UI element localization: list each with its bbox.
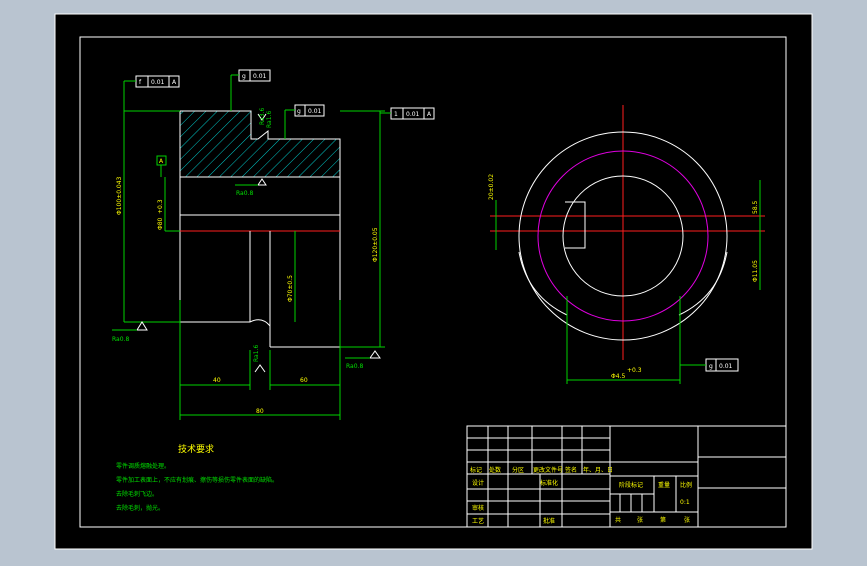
svg-text:0.01: 0.01 [151, 79, 165, 86]
tb-process: 工艺 [472, 517, 484, 525]
dim-total-width: 80 [256, 408, 264, 415]
dim-bottom-right: 60 [300, 377, 308, 384]
roughness-5: Ra3.6 [259, 108, 266, 125]
right-dim-right-bottom: Φ11.05 [752, 260, 759, 282]
right-dim-bottom-tol: +0.3 [627, 367, 642, 374]
tech-req-line-3: 去除毛刺飞边。 [116, 490, 158, 498]
dim-left-outer-dia: Φ100±0.043 [116, 176, 123, 215]
svg-text:Ra1.6: Ra1.6 [253, 345, 260, 362]
right-dim-left: 20±0.02 [488, 174, 495, 200]
tb-header-2: 处数 [489, 466, 501, 474]
tech-req-line-4: 去除毛刺，抛光。 [116, 504, 164, 512]
svg-text:Ra0.8: Ra0.8 [112, 336, 129, 343]
right-dim-bottom: Φ4.5 [611, 373, 625, 380]
tb-header-4: 更改文件号 [533, 466, 563, 474]
svg-text:0.01: 0.01 [406, 111, 420, 118]
tb-scale: 比例 [680, 481, 692, 489]
tb-sheet-total: 共 [615, 516, 621, 524]
tech-req-line-2: 零件加工表面上，不应有划痕、擦伤等损伤零件表面的缺陷。 [116, 476, 278, 484]
svg-text:Ra0.8: Ra0.8 [346, 363, 363, 370]
svg-text:g: g [297, 108, 301, 115]
dim-left-inner-dia: Φ80 [157, 217, 164, 230]
tb-header-1: 标记 [470, 466, 482, 474]
svg-text:Ra1.6: Ra1.6 [266, 111, 273, 128]
tb-scale-value: 0:1 [680, 499, 690, 506]
dim-bore-dia: Φ70±0.5 [287, 275, 294, 302]
tb-header-5: 签名 [565, 466, 577, 474]
tb-approve: 批准 [543, 517, 555, 525]
svg-text:Ra0.8: Ra0.8 [236, 190, 253, 197]
tb-design: 设计 [472, 479, 484, 487]
dim-left-inner-tol: +0.3 [157, 199, 164, 214]
tb-sheet-unit: 张 [684, 516, 690, 524]
cad-viewport[interactable]: 40 60 80 Φ100±0.043 Φ80 +0.3 Φ120±0.05 Φ… [0, 0, 867, 562]
tb-review: 审核 [472, 504, 484, 512]
tb-header-3: 分区 [512, 466, 524, 474]
tb-stage-mark: 阶段标记 [619, 481, 643, 489]
tech-req-title: 技术要求 [178, 443, 214, 455]
svg-text:0.01: 0.01 [253, 73, 267, 80]
drawing-canvas: 40 60 80 Φ100±0.043 Φ80 +0.3 Φ120±0.05 Φ… [0, 0, 867, 562]
dim-right-outer-dia: Φ120±0.05 [372, 227, 379, 262]
svg-text:Ra3.6: Ra3.6 [259, 108, 266, 125]
right-dim-right-top: 58.5 [752, 200, 759, 214]
tech-req-line-1: 零件调质熔融处理。 [116, 462, 170, 470]
tb-standardize: 标准化 [540, 479, 558, 487]
svg-text:g: g [242, 73, 246, 80]
svg-text:0.01: 0.01 [719, 363, 733, 370]
tb-weight: 重量 [658, 481, 670, 489]
tb-sheet: 张 [637, 516, 643, 524]
tb-sheet-number: 第 [660, 516, 666, 524]
tb-header-6: 年、月、日 [583, 466, 613, 474]
svg-text:0.01: 0.01 [308, 108, 322, 115]
svg-text:1: 1 [394, 111, 398, 118]
svg-text:g: g [709, 363, 713, 370]
dim-bottom-left: 40 [213, 377, 221, 384]
